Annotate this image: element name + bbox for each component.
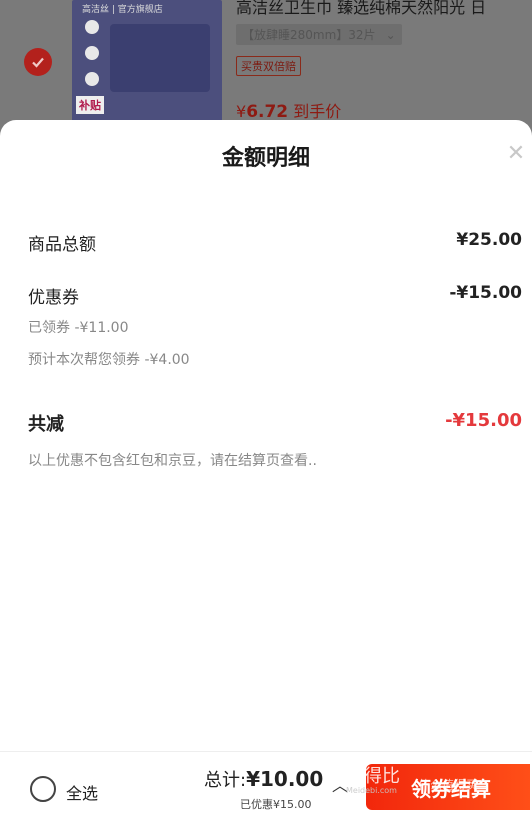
item-checked-checkbox[interactable] [24,48,52,76]
total-label: 总计: [204,770,247,791]
thumbnail-feature-icon [85,20,99,34]
watermark-sub: Meidebi.com [346,786,397,795]
watermark-logo: 没得比 Meidebi.com [346,762,400,795]
watermark-text: 没得比 [346,766,400,787]
product-spec-selector[interactable]: 【放肆睡280mm】32片 ⌄ [236,24,402,45]
sheet-title: 金额明细 [221,146,310,171]
goods-total-label: 商品总额 [28,235,96,255]
cart-item-background: 高洁丝 | 官方旗舰店 补贴 高洁丝卫生巾 臻选纯棉天然阳光 日 【放肆睡280… [0,0,532,130]
thumbnail-brand-text: 高洁丝 | 官方旗舰店 [82,5,163,15]
coupon-claimed-text: 已领券 -¥11.00 [28,320,129,336]
coupon-label: 优惠券 [28,288,79,308]
price-guarantee-badge: 买贵双倍赔 [236,56,301,76]
amount-detail-sheet: 金额明细 ✕ 商品总额 ¥25.00 优惠券 -¥15.00 已领券 -¥11.… [0,120,532,817]
chevron-down-icon: ⌄ [385,28,396,42]
coupon-value: -¥15.00 [449,283,522,303]
product-package-image [110,24,210,92]
close-icon[interactable]: ✕ [504,142,528,166]
thumbnail-feature-icon [85,46,99,60]
product-thumbnail[interactable]: 高洁丝 | 官方旗舰店 补贴 [72,0,222,122]
discount-note: 以上优惠不包含红包和京豆，请在结算页查看.. [28,453,317,469]
total-reduce-value: -¥15.00 [445,410,522,431]
coupon-estimate-text: 预计本次帮您领券 -¥4.00 [28,352,190,368]
thumbnail-tag: 补贴 [76,96,104,114]
total-reduce-label: 共减 [28,414,64,435]
price-symbol: ¥ [236,102,247,121]
checkmark-icon [32,57,44,68]
select-all-radio[interactable] [30,776,56,802]
product-price: ¥6.72 到手价 [236,98,341,122]
total-price: 总计:¥10.00 [204,766,323,792]
product-title[interactable]: 高洁丝卫生巾 臻选纯棉天然阳光 日 [236,0,486,18]
saved-amount: 已优惠¥15.00 [240,798,312,811]
select-all-label[interactable]: 全选 [66,780,98,804]
goods-total-value: ¥25.00 [456,230,522,250]
price-value: 6.72 [246,102,289,122]
watermark-right: 什么值得买 [418,778,479,792]
price-suffix: 到手价 [293,102,342,121]
spec-text: 【放肆睡280mm】32片 [242,28,376,42]
thumbnail-feature-icon [85,72,99,86]
total-amount: ¥10.00 [246,767,324,791]
